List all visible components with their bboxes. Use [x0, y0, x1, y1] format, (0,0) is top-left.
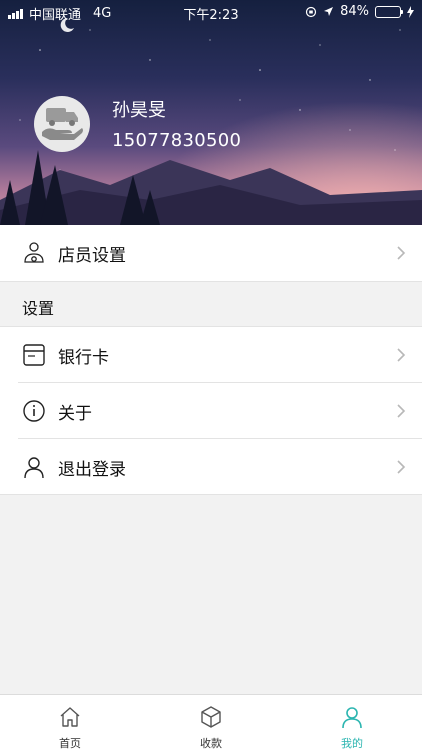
chevron-right-icon: [397, 404, 406, 418]
about-row[interactable]: 关于: [0, 383, 422, 439]
tab-collect[interactable]: 收款: [141, 695, 281, 750]
tab-label: 首页: [59, 737, 81, 750]
menu-item-label: 银行卡: [58, 348, 109, 368]
bank-card-row[interactable]: 银行卡: [0, 327, 422, 383]
staff-icon: [24, 242, 44, 263]
menu-item-label: 退出登录: [58, 460, 126, 480]
logout-row[interactable]: 退出登录: [0, 439, 422, 495]
tab-label: 收款: [200, 737, 222, 750]
avatar[interactable]: [34, 96, 90, 152]
status-bar: 中国联通 4G 下午2:23 84%: [0, 0, 422, 24]
tab-mine[interactable]: 我的: [282, 695, 422, 750]
chevron-right-icon: [397, 460, 406, 474]
location-icon: [324, 7, 334, 16]
battery-icon: [375, 5, 403, 18]
tab-bar: 首页 收款 我的: [0, 694, 422, 750]
menu-item-label: 关于: [58, 404, 92, 424]
box-icon: [201, 706, 221, 728]
tab-home[interactable]: 首页: [0, 695, 140, 750]
user-name: 孙昊旻: [112, 100, 166, 121]
user-icon: [342, 707, 362, 729]
staff-settings-label: 店员设置: [58, 246, 126, 266]
info-icon: [23, 400, 45, 422]
user-phone: 15077830500: [112, 130, 242, 151]
section-title: 设置: [22, 299, 55, 318]
charging-icon: [407, 5, 414, 18]
divider: [0, 494, 422, 495]
bank-card-icon: [23, 344, 45, 366]
delivery-truck-icon: [42, 108, 83, 140]
chevron-right-icon: [397, 246, 406, 260]
chevron-right-icon: [397, 348, 406, 362]
profile-header: 中国联通 4G 下午2:23 84% 孙昊旻 15077830500: [0, 0, 422, 225]
battery-percent: 84%: [340, 4, 369, 19]
orientation-lock-icon: [305, 6, 317, 17]
home-icon: [60, 707, 80, 727]
settings-section-header: 设置: [0, 281, 422, 327]
staff-settings-row[interactable]: 店员设置: [0, 225, 422, 281]
person-icon: [24, 457, 44, 479]
tab-label: 我的: [341, 737, 363, 750]
